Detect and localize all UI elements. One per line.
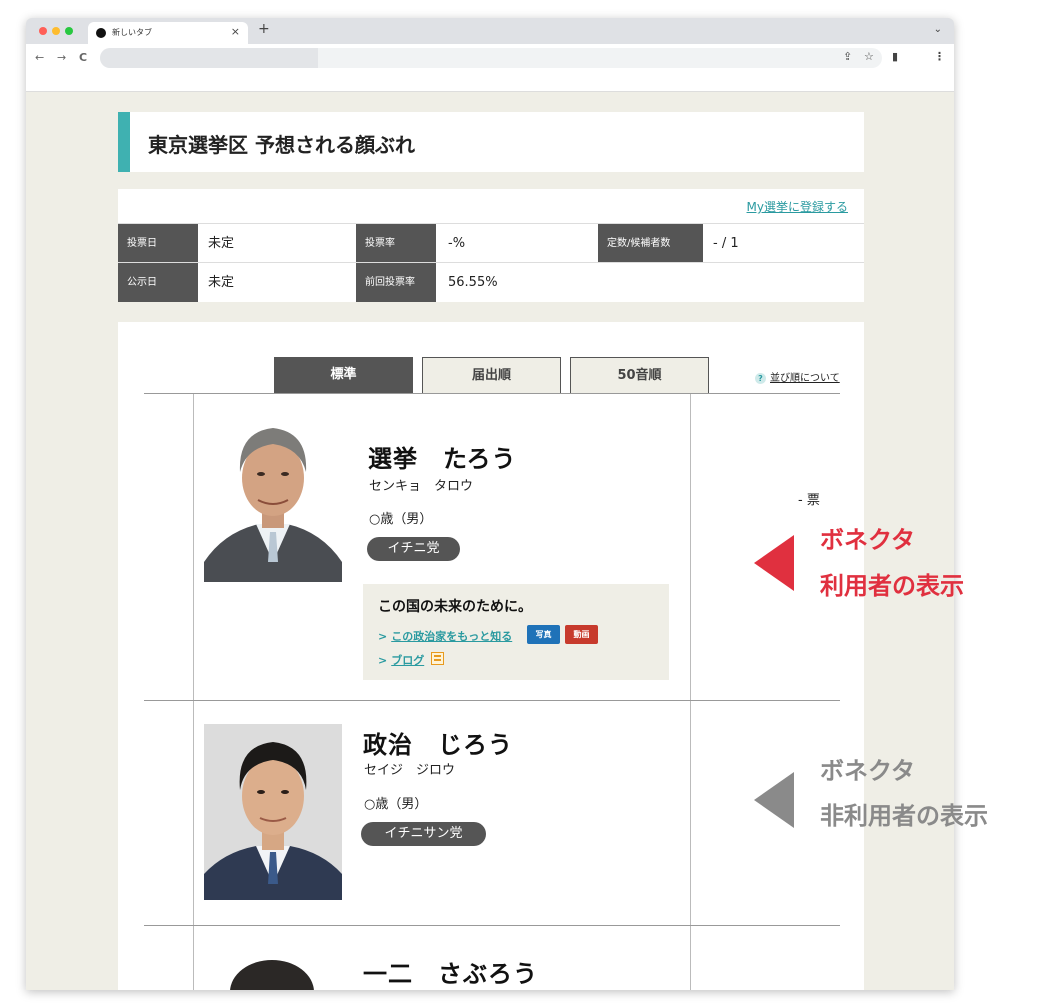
- know-more-link[interactable]: > この政治家をもっと知る: [378, 628, 512, 644]
- blog-text: ブログ: [391, 654, 425, 667]
- candidate-photo: [204, 412, 342, 582]
- table-divider: [144, 393, 840, 394]
- candidate-kana: セイジ ジロウ: [364, 763, 456, 778]
- page-title: 東京選挙区 予想される顔ぶれ: [148, 133, 415, 157]
- browser-window: 新しいタブ × + ⌄ ← → C ⇪ ☆ ▮ ⋮ 東京選挙区 予想される顔ぶれ…: [26, 18, 954, 990]
- turnout-label: 投票率: [356, 224, 436, 263]
- blog-link[interactable]: > ブログ: [378, 652, 424, 668]
- info-row: 公示日 未定 前回投票率 56.55%: [118, 262, 864, 302]
- browser-tab[interactable]: 新しいタブ ×: [88, 22, 248, 44]
- sort-help-link[interactable]: ? 並び順について: [755, 369, 840, 384]
- candidate-list: 標準 届出順 50音順 ? 並び順について 選挙 たろう センキョ タロウ ○歳…: [118, 322, 864, 990]
- sort-help-text: 並び順について: [770, 373, 840, 384]
- new-tab-button[interactable]: +: [258, 21, 270, 37]
- info-row: 投票日 未定 投票率 -% 定数/候補者数 - / 1: [118, 223, 864, 263]
- annotation-user-line2: 利用者の表示: [820, 572, 964, 600]
- chevron-right-icon: >: [378, 654, 388, 667]
- tab-search-icon[interactable]: ⌄: [934, 24, 942, 35]
- sidebar-icon[interactable]: ▮: [892, 50, 898, 63]
- prev-turnout-label: 前回投票率: [356, 263, 436, 302]
- favicon-icon: [96, 28, 106, 38]
- annotation-nonuser-line1: ボネクタ: [820, 757, 916, 785]
- back-icon[interactable]: ←: [35, 51, 44, 64]
- know-more-text: この政治家をもっと知る: [391, 630, 513, 643]
- annotation-arrow-left-icon: [754, 535, 794, 591]
- video-badge[interactable]: 動画: [565, 625, 598, 644]
- tab-close-icon[interactable]: ×: [231, 25, 240, 38]
- party-badge: イチニサン党: [361, 822, 486, 846]
- sort-tab-filing-order[interactable]: 届出順: [422, 357, 561, 394]
- register-my-election-link[interactable]: My選挙に登録する: [747, 198, 848, 215]
- candidate-age: ○歳（男）: [369, 512, 433, 527]
- title-box: 東京選挙区 予想される顔ぶれ: [118, 112, 864, 172]
- candidate-name: 一二 さぶろう: [363, 960, 538, 988]
- party-badge: イチニ党: [367, 537, 460, 561]
- candidate-name: 選挙 たろう: [368, 445, 517, 473]
- vote-count: - 票: [798, 493, 820, 508]
- forward-icon[interactable]: →: [57, 51, 66, 64]
- candidate-name: 政治 じろう: [363, 731, 513, 759]
- candidate-kana: センキョ タロウ: [369, 479, 474, 494]
- column-divider: [690, 394, 691, 990]
- page-content: 東京選挙区 予想される顔ぶれ My選挙に登録する 投票日 未定 投票率 -% 定…: [26, 92, 954, 990]
- browser-toolbar: ← → C ⇪ ☆ ▮ ⋮: [26, 44, 954, 92]
- tab-bar: 新しいタブ × + ⌄: [26, 18, 954, 44]
- election-info-box: My選挙に登録する 投票日 未定 投票率 -% 定数/候補者数 - / 1 公示…: [118, 189, 864, 302]
- help-icon: ?: [755, 373, 766, 384]
- row-divider: [144, 925, 840, 926]
- seats-value: - / 1: [713, 236, 739, 251]
- candidate-slogan: この国の未来のために。: [378, 599, 532, 615]
- bookmark-star-icon[interactable]: ☆: [864, 50, 874, 63]
- annotation-arrow-left-icon: [754, 772, 794, 828]
- sort-tab-standard[interactable]: 標準: [274, 357, 413, 394]
- candidate-promo-box: この国の未来のために。 > この政治家をもっと知る 写真 動画 > ブログ: [363, 584, 669, 680]
- candidate-photo: [204, 724, 342, 900]
- minimize-window-button[interactable]: [52, 27, 60, 35]
- address-text-blur: [100, 48, 318, 68]
- vote-day-label: 投票日: [118, 224, 198, 263]
- annotation-user-line1: ボネクタ: [820, 526, 916, 554]
- tab-title: 新しいタブ: [112, 28, 152, 37]
- candidate-photo: [226, 948, 318, 990]
- vote-day-value: 未定: [208, 236, 235, 251]
- close-window-button[interactable]: [39, 27, 47, 35]
- sort-tab-kana-order[interactable]: 50音順: [570, 357, 709, 394]
- prev-turnout-value: 56.55%: [448, 275, 498, 290]
- annotation-nonuser-line2: 非利用者の表示: [820, 802, 988, 830]
- row-divider: [144, 700, 840, 701]
- menu-icon[interactable]: ⋮: [934, 50, 945, 63]
- seats-label: 定数/候補者数: [598, 224, 703, 263]
- announce-day-label: 公示日: [118, 263, 198, 302]
- title-accent-bar: [118, 112, 130, 172]
- photo-badge[interactable]: 写真: [527, 625, 560, 644]
- chevron-right-icon: >: [378, 630, 388, 643]
- turnout-value: -%: [448, 236, 466, 251]
- share-icon[interactable]: ⇪: [843, 50, 852, 63]
- blog-icon[interactable]: [431, 652, 444, 665]
- candidate-age: ○歳（男）: [364, 797, 428, 812]
- column-divider: [193, 394, 194, 990]
- address-bar[interactable]: [100, 48, 882, 68]
- maximize-window-button[interactable]: [65, 27, 73, 35]
- reload-icon[interactable]: C: [79, 51, 87, 64]
- announce-day-value: 未定: [208, 275, 235, 290]
